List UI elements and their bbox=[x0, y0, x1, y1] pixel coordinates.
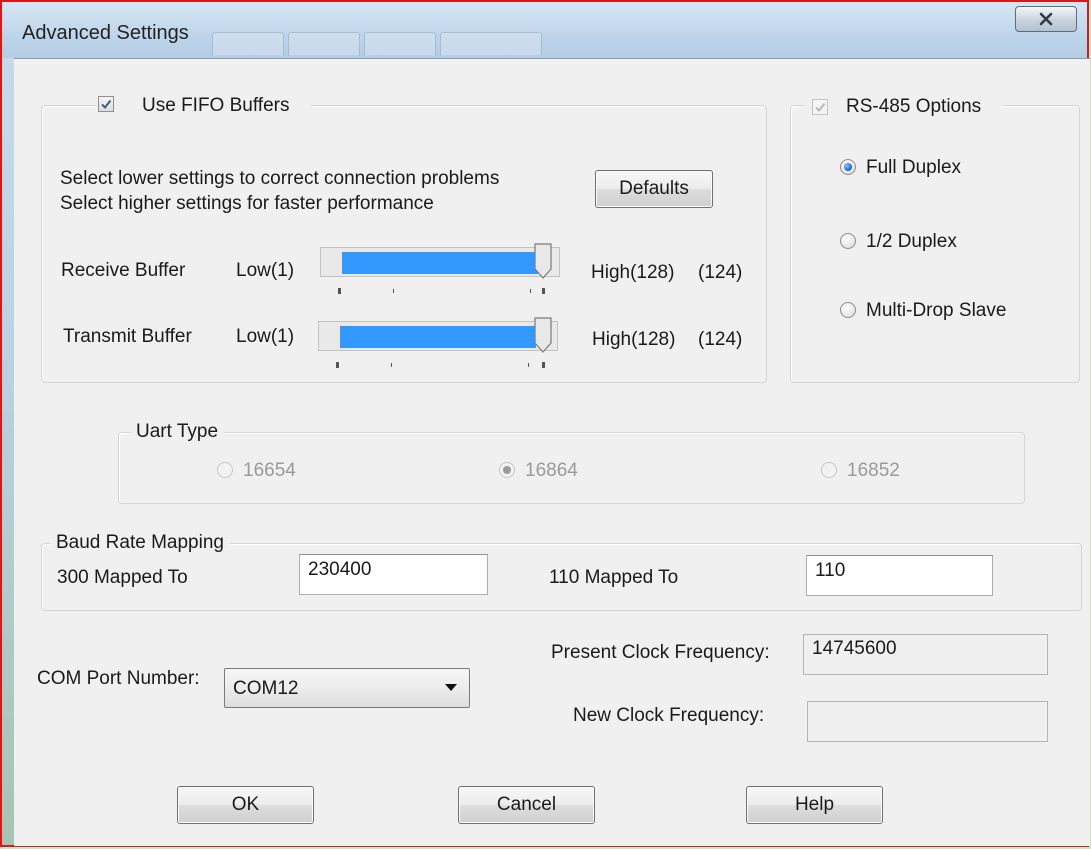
slider-tick bbox=[528, 363, 529, 367]
uart-type-legend: Uart Type bbox=[130, 421, 225, 443]
new-clock-label: New Clock Frequency: bbox=[573, 705, 765, 726]
slider-tick bbox=[391, 363, 392, 367]
close-button[interactable] bbox=[1015, 6, 1077, 32]
ok-button[interactable]: OK bbox=[177, 786, 314, 824]
receive-high-label: High(128) bbox=[591, 262, 675, 283]
dialog-client-area: Use FIFO Buffers Select lower settings t… bbox=[14, 58, 1090, 846]
multi-drop-slave-radio[interactable] bbox=[840, 302, 856, 318]
slider-fill bbox=[340, 326, 536, 348]
transmit-buffer-label: Transmit Buffer bbox=[63, 326, 192, 347]
window-title: Advanced Settings bbox=[22, 22, 189, 44]
transmit-value: (124) bbox=[698, 329, 743, 350]
uart-16654-radio[interactable] bbox=[217, 462, 233, 478]
half-duplex-radio[interactable] bbox=[840, 233, 856, 249]
rs485-label: RS-485 Options bbox=[846, 96, 982, 117]
background-tabs bbox=[212, 32, 542, 58]
com-port-value: COM12 bbox=[233, 678, 299, 699]
half-duplex-label: 1/2 Duplex bbox=[866, 231, 957, 252]
transmit-low-label: Low(1) bbox=[236, 326, 295, 347]
use-fifo-label: Use FIFO Buffers bbox=[142, 95, 290, 116]
map-110-input[interactable]: 110 bbox=[806, 555, 993, 596]
checkmark-icon bbox=[815, 102, 826, 113]
receive-buffer-label: Receive Buffer bbox=[61, 260, 186, 281]
multi-drop-slave-label: Multi-Drop Slave bbox=[866, 300, 1007, 321]
map-300-label: 300 Mapped To bbox=[57, 567, 188, 588]
chevron-down-icon bbox=[445, 684, 457, 691]
full-duplex-label: Full Duplex bbox=[866, 157, 962, 178]
slider-thumb[interactable] bbox=[534, 243, 552, 279]
title-bar[interactable]: Advanced Settings bbox=[2, 2, 1087, 58]
uart-16864-label: 16864 bbox=[525, 460, 578, 481]
map-300-input[interactable]: 230400 bbox=[299, 554, 488, 595]
close-icon bbox=[1039, 12, 1053, 26]
uart-16852-label: 16852 bbox=[847, 460, 900, 481]
slider-fill bbox=[342, 252, 538, 274]
uart-16852-radio[interactable] bbox=[821, 462, 837, 478]
present-clock-field: 14745600 bbox=[803, 634, 1048, 675]
checkmark-icon bbox=[101, 99, 112, 110]
fifo-hint-line1: Select lower settings to correct connect… bbox=[60, 168, 500, 189]
slider-tick bbox=[542, 362, 545, 368]
slider-thumb[interactable] bbox=[534, 317, 552, 353]
slider-tick bbox=[393, 289, 394, 293]
transmit-buffer-slider[interactable] bbox=[316, 317, 560, 373]
advanced-settings-window: Advanced Settings Use FIFO Buffers Selec… bbox=[0, 0, 1090, 847]
help-button[interactable]: Help bbox=[746, 786, 883, 824]
use-fifo-checkbox[interactable] bbox=[98, 96, 114, 112]
slider-tick bbox=[530, 289, 531, 293]
slider-tick bbox=[542, 288, 545, 294]
uart-16654-label: 16654 bbox=[243, 460, 296, 481]
receive-low-label: Low(1) bbox=[236, 260, 295, 281]
receive-value: (124) bbox=[698, 262, 743, 283]
map-110-label: 110 Mapped To bbox=[549, 567, 679, 588]
cancel-button[interactable]: Cancel bbox=[458, 786, 595, 824]
fifo-hint-line2: Select higher settings for faster perfor… bbox=[60, 193, 434, 214]
transmit-high-label: High(128) bbox=[592, 329, 676, 350]
new-clock-input[interactable] bbox=[807, 701, 1048, 742]
full-duplex-radio[interactable] bbox=[840, 159, 856, 175]
receive-buffer-slider[interactable] bbox=[318, 243, 562, 299]
present-clock-label: Present Clock Frequency: bbox=[551, 642, 770, 663]
com-port-dropdown[interactable]: COM12 bbox=[224, 668, 470, 708]
com-port-label: COM Port Number: bbox=[37, 668, 200, 689]
baud-rate-legend: Baud Rate Mapping bbox=[50, 532, 230, 554]
slider-tick bbox=[338, 288, 341, 294]
uart-16864-radio[interactable] bbox=[499, 462, 515, 478]
rs485-checkbox[interactable] bbox=[812, 99, 828, 115]
slider-tick bbox=[336, 362, 339, 368]
defaults-button[interactable]: Defaults bbox=[595, 170, 713, 208]
